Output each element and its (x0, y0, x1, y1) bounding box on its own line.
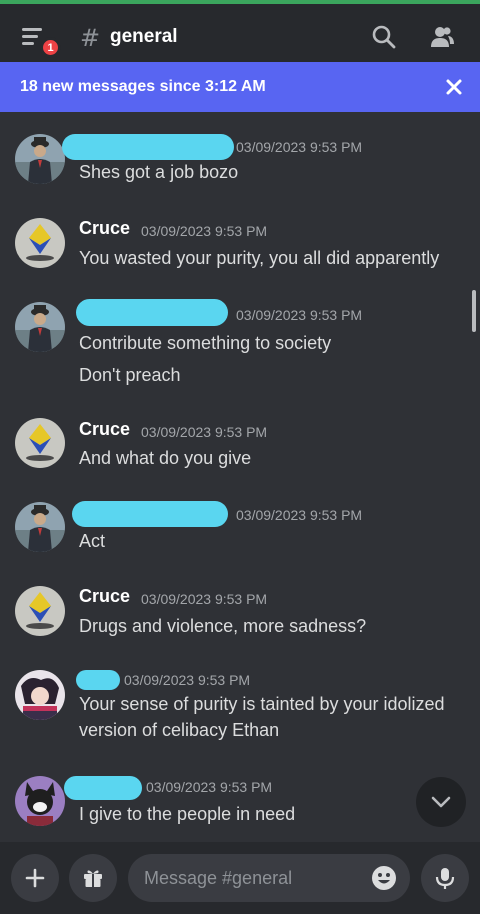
avatar[interactable] (15, 218, 65, 268)
message-timestamp: 03/09/2023 9:53 PM (236, 307, 363, 323)
message-timestamp: 03/09/2023 9:53 PM (146, 779, 273, 795)
jump-to-present-button[interactable] (416, 777, 466, 827)
avatar[interactable] (15, 134, 65, 184)
voice-message-button[interactable] (421, 854, 469, 902)
message-text: I give to the people in need (79, 804, 296, 824)
avatar[interactable] (15, 586, 65, 636)
message-author[interactable]: Cruce (79, 419, 130, 440)
close-icon[interactable] (444, 77, 464, 97)
chevron-down-icon (431, 796, 451, 808)
new-messages-banner[interactable]: 18 new messages since 3:12 AM (0, 62, 480, 112)
message-text: You wasted your purity, you all did appa… (79, 248, 440, 268)
microphone-icon (435, 868, 455, 889)
message-author[interactable]: Cruce (79, 586, 130, 607)
avatar[interactable] (15, 502, 65, 552)
scrollbar[interactable] (472, 290, 476, 332)
search-icon[interactable] (371, 24, 397, 50)
message-input[interactable] (144, 854, 364, 902)
message-text: Shes got a job bozo (79, 162, 239, 182)
redacted-username (72, 501, 228, 527)
gift-icon (84, 870, 102, 887)
redacted-username (62, 134, 234, 160)
message-timestamp: 03/09/2023 9:53 PM (236, 139, 363, 155)
avatar[interactable] (15, 776, 65, 826)
plus-icon (25, 868, 45, 888)
message-timestamp: 03/09/2023 9:53 PM (141, 424, 268, 440)
avatar[interactable] (15, 418, 65, 468)
message-input-container[interactable] (128, 854, 410, 902)
message-timestamp: 03/09/2023 9:53 PM (236, 507, 363, 523)
redacted-username (76, 670, 120, 690)
hash-icon: # (80, 24, 101, 52)
message-text: And what do you give (79, 448, 252, 468)
new-messages-text: 18 new messages since 3:12 AM (20, 78, 266, 95)
channel-header: 1 # general (0, 0, 480, 62)
message-timestamp: 03/09/2023 9:53 PM (141, 591, 268, 607)
emoji-icon[interactable] (371, 865, 397, 891)
message-composer (0, 842, 480, 914)
avatar[interactable] (15, 670, 65, 720)
message-author[interactable]: Cruce (79, 218, 130, 239)
message-text: Your sense of purity is tainted by your … (79, 694, 445, 740)
message-text: Contribute something to society Don't pr… (79, 333, 332, 385)
message-list[interactable]: 03/09/2023 9:53 PM Shes got a job bozo C… (0, 112, 480, 842)
gift-button[interactable] (69, 854, 117, 902)
redacted-username (64, 776, 142, 800)
channel-name[interactable]: general (110, 26, 178, 48)
unread-badge: 1 (40, 37, 61, 58)
message-text: Act (79, 531, 106, 551)
avatar[interactable] (15, 302, 65, 352)
message-timestamp: 03/09/2023 9:53 PM (124, 672, 251, 688)
message-timestamp: 03/09/2023 9:53 PM (141, 223, 268, 239)
add-attachment-button[interactable] (11, 854, 59, 902)
members-icon[interactable] (429, 24, 455, 50)
message-text: Drugs and violence, more sadness? (79, 616, 367, 636)
redacted-username (76, 299, 228, 326)
